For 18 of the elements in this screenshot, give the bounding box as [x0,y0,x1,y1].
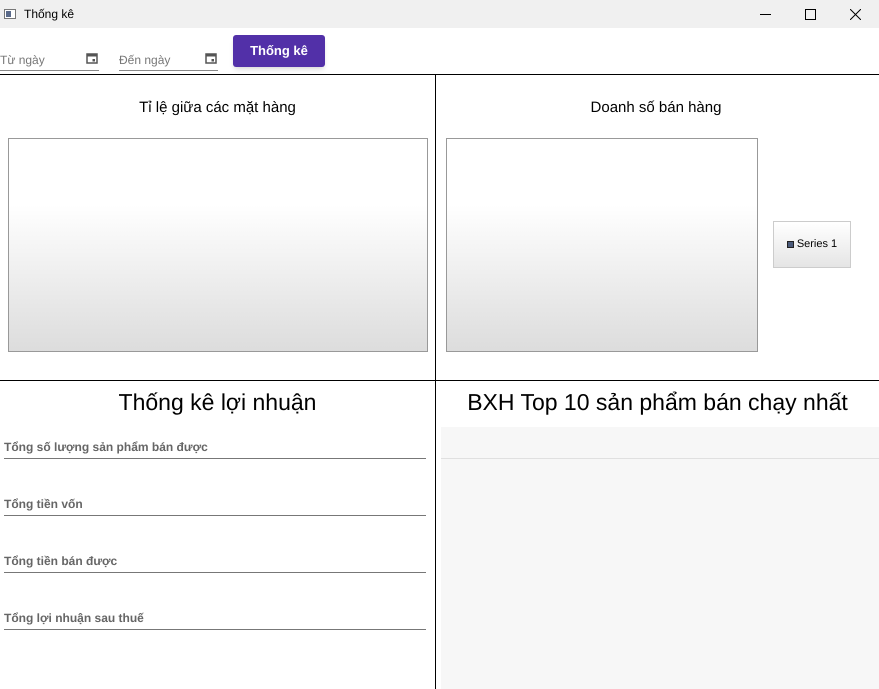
app-icon [4,9,16,19]
input-field[interactable]: Tổng số lượng sản phẩm bán được [4,436,426,458]
section-title: Thống kê lợi nhuận [118,388,318,417]
chart-title: Doanh số bán hàng [590,98,722,118]
maximize-icon[interactable] [805,8,816,20]
chart-title: Tỉ lệ giữa các mặt hàng [139,98,296,118]
close-icon[interactable] [850,8,861,20]
legend-label: Series 1 [796,237,838,252]
calendar-icon [205,52,217,64]
legend-swatch-icon [786,241,794,248]
calendar-icon [86,52,98,64]
date-field[interactable]: Đến ngày [119,50,218,70]
section-title: BXH Top 10 sản phẩm bán chạy nhất [466,388,849,417]
input-field[interactable]: Tổng tiền vốn [4,492,426,516]
input-field[interactable]: Tổng tiền bán được [4,550,426,572]
statistics-button[interactable]: Thống kê [233,35,325,67]
input-field[interactable]: Tổng lợi nhuận sau thuế [4,606,426,630]
window-title: Thống kê [24,6,74,23]
